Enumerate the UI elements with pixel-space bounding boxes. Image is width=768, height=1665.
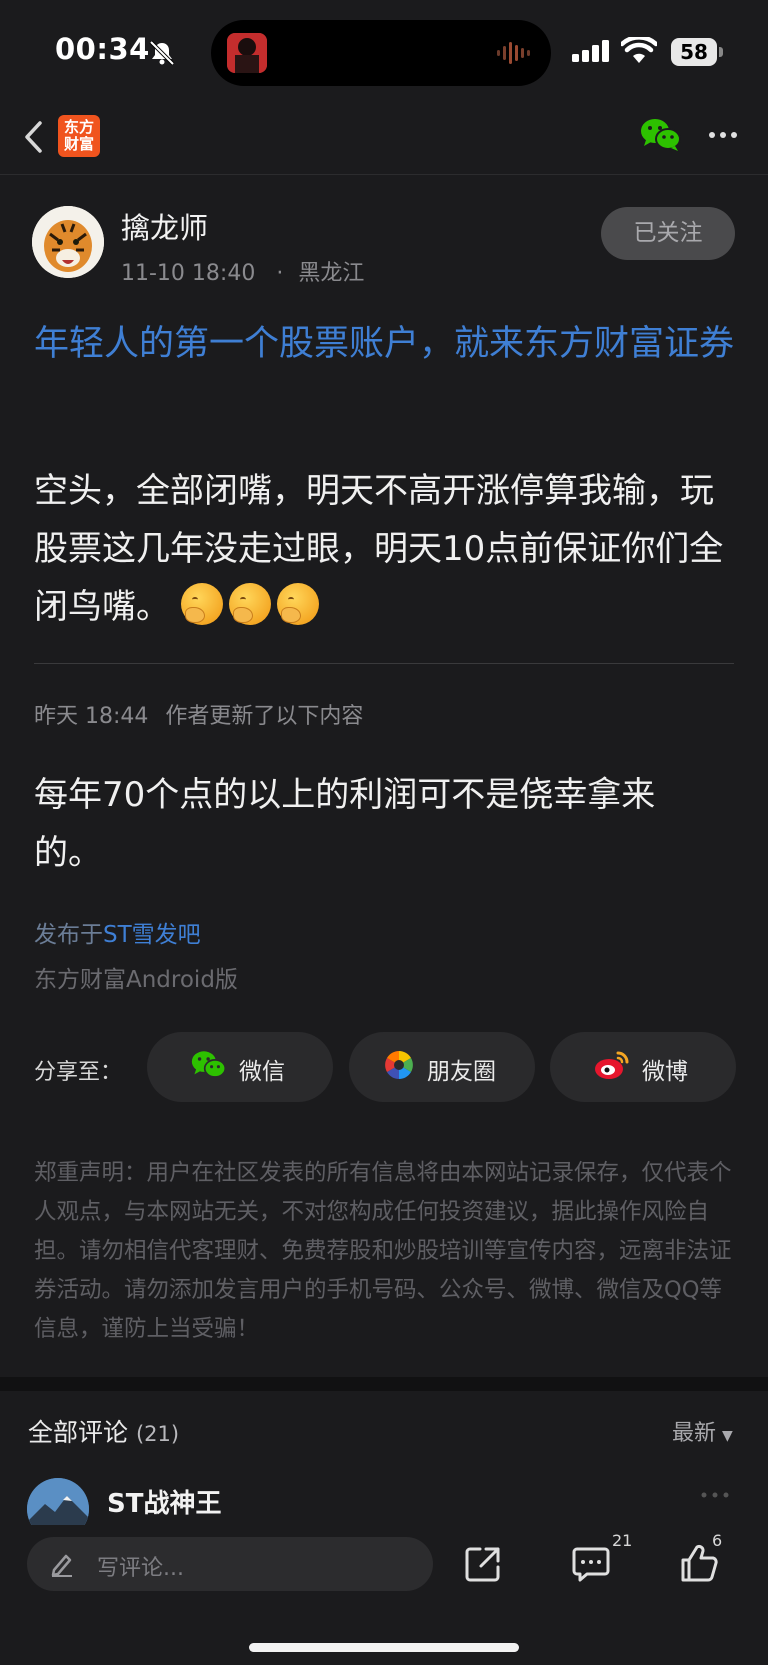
post-meta: 11-10 18:40 · 黑龙江 bbox=[121, 255, 364, 287]
post-title-ad-link[interactable]: 年轻人的第一个股票账户，就来东方财富证券 bbox=[34, 318, 739, 370]
author-name[interactable]: 擒龙师 bbox=[121, 205, 208, 247]
comment-placeholder: 写评论... bbox=[97, 1556, 184, 1581]
share-weibo-button[interactable]: 微博 bbox=[550, 1032, 736, 1102]
comments-title: 全部评论 bbox=[28, 1418, 129, 1447]
status-bar: 00:34 58 bbox=[0, 0, 768, 105]
bell-off-icon bbox=[149, 40, 175, 66]
content-divider bbox=[34, 663, 734, 664]
logo-line-2: 财富 bbox=[63, 135, 94, 153]
now-playing-artwork bbox=[227, 33, 267, 73]
moments-camera-icon bbox=[385, 1051, 413, 1079]
nav-bar: 东方 财富 bbox=[0, 105, 768, 175]
commenter-name[interactable]: ST战神王 bbox=[107, 1483, 221, 1520]
share-weibo-label: 微博 bbox=[642, 1059, 688, 1085]
back-arrow-icon[interactable] bbox=[22, 117, 48, 157]
disclaimer: 郑重声明：用户在社区发表的所有信息将由本网站记录保存，仅代表个人观点，与本网站无… bbox=[34, 1160, 732, 1342]
post-date: 11-10 18:40 bbox=[121, 261, 256, 286]
share-moments-label: 朋友圈 bbox=[427, 1059, 496, 1085]
shushing-face-emoji-icon bbox=[228, 583, 271, 625]
wechat-icon[interactable] bbox=[640, 117, 682, 153]
comments-count: (21) bbox=[135, 1422, 180, 1446]
battery-tip bbox=[719, 47, 723, 57]
shushing-face-emoji-icon bbox=[276, 583, 319, 625]
share-moments-button[interactable]: 朋友圈 bbox=[349, 1032, 535, 1102]
share-wechat-button[interactable]: 微信 bbox=[147, 1032, 333, 1102]
comment-more-icon[interactable] bbox=[700, 1490, 730, 1500]
share-label: 分享至： bbox=[34, 1060, 123, 1085]
pen-icon bbox=[51, 1554, 72, 1577]
share-wechat-label: 微信 bbox=[239, 1059, 285, 1085]
follow-button[interactable]: 已关注 bbox=[601, 207, 735, 260]
more-options-icon[interactable] bbox=[708, 125, 738, 145]
sort-dropdown[interactable]: 最新 ▼ bbox=[672, 1415, 733, 1447]
client-version: 东方财富Android版 bbox=[34, 967, 238, 993]
battery-level: 58 bbox=[680, 40, 708, 64]
caret-down-icon: ▼ bbox=[722, 1428, 733, 1444]
post-location: 黑龙江 bbox=[298, 261, 365, 286]
meta-separator: · bbox=[276, 261, 284, 286]
audio-waveform-icon bbox=[497, 42, 530, 64]
post-body: 空头，全部闭嘴，明天不高开涨停算我输，玩股票这几年没走过眼，明天10点前保证你们… bbox=[34, 462, 739, 636]
wifi-icon bbox=[621, 37, 657, 63]
section-divider bbox=[0, 1377, 768, 1391]
update-time: 昨天 18:44 bbox=[34, 704, 149, 729]
comment-count-badge: 21 bbox=[612, 1531, 633, 1550]
published-in: 发布于ST雪发吧 bbox=[34, 915, 201, 949]
logo-line-1: 东方 bbox=[63, 118, 94, 136]
eastmoney-logo[interactable]: 东方 财富 bbox=[58, 115, 100, 157]
update-label: 作者更新了以下内容 bbox=[165, 704, 364, 729]
bottom-action-bar: 写评论... 21 6 bbox=[0, 1525, 768, 1665]
dynamic-island[interactable] bbox=[211, 20, 551, 86]
status-time: 00:34 bbox=[55, 32, 150, 66]
published-prefix: 发布于 bbox=[34, 922, 103, 948]
share-out-icon[interactable] bbox=[464, 1545, 502, 1583]
shushing-face-emoji-icon bbox=[180, 583, 223, 625]
comment-input[interactable]: 写评论... bbox=[27, 1537, 433, 1591]
battery-indicator: 58 bbox=[671, 38, 723, 66]
sort-label: 最新 bbox=[672, 1421, 717, 1446]
home-indicator[interactable] bbox=[249, 1643, 519, 1652]
weibo-icon bbox=[595, 1051, 629, 1079]
update-body: 每年70个点的以上的利润可不是侥幸拿来的。 bbox=[34, 775, 656, 873]
comments-header: 全部评论 (21) bbox=[28, 1413, 179, 1449]
forum-link[interactable]: ST雪发吧 bbox=[103, 922, 201, 948]
cellular-signal-icon bbox=[572, 40, 609, 62]
post-body-text: 空头，全部闭嘴，明天不高开涨停算我输，玩股票这几年没走过眼，明天10点前保证你们… bbox=[34, 471, 724, 627]
author-avatar[interactable] bbox=[32, 206, 104, 278]
wechat-icon bbox=[191, 1051, 227, 1078]
comment-bubble-icon[interactable] bbox=[572, 1545, 610, 1583]
like-count-badge: 6 bbox=[712, 1531, 723, 1550]
update-note: 昨天 18:44 作者更新了以下内容 bbox=[34, 698, 363, 730]
